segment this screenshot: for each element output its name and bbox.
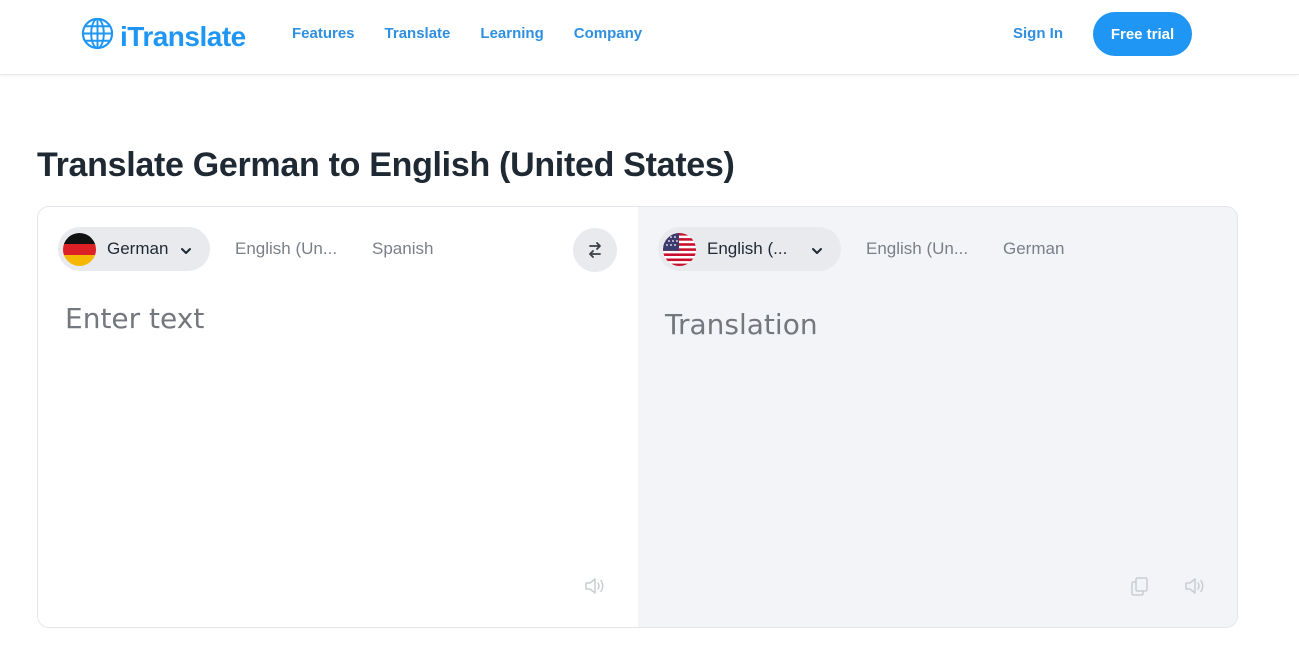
source-recent-spanish[interactable]: Spanish bbox=[372, 239, 433, 259]
usa-flag-icon bbox=[663, 233, 696, 266]
target-listen-button[interactable] bbox=[1183, 575, 1207, 597]
globe-icon bbox=[81, 17, 114, 55]
site-header: iTranslate Features Translate Learning C… bbox=[0, 0, 1299, 75]
page-title: Translate German to English (United Stat… bbox=[37, 146, 735, 184]
source-listen-button[interactable] bbox=[583, 575, 607, 597]
germany-flag-icon bbox=[63, 233, 96, 266]
source-pane: German English (Un... Spanish bbox=[38, 207, 638, 627]
source-text-input[interactable] bbox=[65, 302, 605, 552]
target-pane: English (... English (Un... German Trans… bbox=[638, 207, 1237, 627]
translation-output: Translation bbox=[665, 308, 818, 341]
source-language-label: German bbox=[107, 239, 169, 258]
nav-translate[interactable]: Translate bbox=[385, 24, 451, 44]
target-recent-german[interactable]: German bbox=[1003, 239, 1064, 259]
translator-panel: German English (Un... Spanish Enter text… bbox=[37, 206, 1238, 628]
source-language-selector[interactable]: German bbox=[58, 227, 210, 271]
nav-learning[interactable]: Learning bbox=[480, 24, 543, 44]
nav-features[interactable]: Features bbox=[292, 24, 355, 44]
swap-languages-button[interactable] bbox=[573, 228, 617, 272]
speaker-icon bbox=[583, 578, 607, 600]
target-recent-english[interactable]: English (Un... bbox=[866, 239, 968, 259]
chevron-down-icon bbox=[811, 244, 823, 254]
main-nav: Features Translate Learning Company bbox=[292, 24, 672, 44]
target-language-label: English (... bbox=[707, 239, 788, 258]
brand-logo[interactable]: iTranslate bbox=[81, 17, 246, 55]
chevron-down-icon bbox=[180, 244, 192, 254]
nav-company[interactable]: Company bbox=[574, 24, 642, 44]
copy-icon bbox=[1128, 577, 1152, 600]
brand-name: iTranslate bbox=[120, 20, 246, 52]
copy-translation-button[interactable] bbox=[1128, 575, 1152, 597]
speaker-icon bbox=[1183, 578, 1207, 600]
free-trial-button[interactable]: Free trial bbox=[1093, 12, 1192, 56]
target-language-selector[interactable]: English (... bbox=[658, 227, 841, 271]
sign-in-link[interactable]: Sign In bbox=[1013, 24, 1063, 44]
source-recent-english[interactable]: English (Un... bbox=[235, 239, 337, 259]
